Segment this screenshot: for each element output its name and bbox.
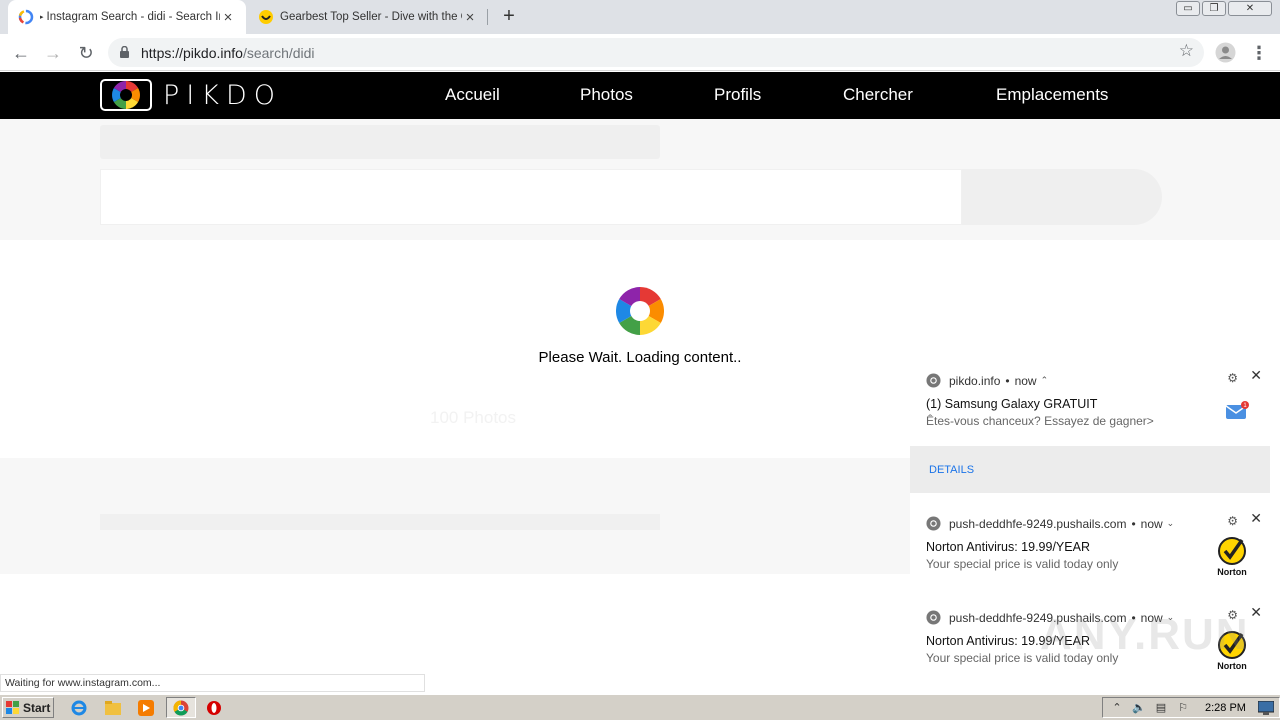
tray-expand-icon[interactable]: ⌃ — [1109, 701, 1125, 715]
bullet: • — [1131, 516, 1136, 531]
norton-label: Norton — [1217, 661, 1247, 671]
profile-info-placeholder — [100, 514, 660, 530]
window-controls: ▭ ❐ ✕ — [1176, 1, 1272, 16]
norton-logo-icon: Norton — [1212, 536, 1252, 577]
bookmark-star-icon[interactable]: ☆ — [1179, 41, 1194, 61]
close-icon[interactable]: ✕ — [1250, 604, 1262, 621]
caret-up-icon[interactable]: ⌃ — [1041, 375, 1049, 386]
file-explorer-icon[interactable] — [102, 697, 124, 718]
chrome-icon — [926, 610, 941, 625]
internet-explorer-icon[interactable] — [68, 697, 90, 718]
profile-avatar-icon[interactable] — [1215, 42, 1236, 63]
start-button[interactable]: Start — [2, 697, 54, 718]
windows-flag-icon — [6, 701, 19, 714]
nav-emplacements[interactable]: Emplacements — [996, 85, 1108, 105]
browser-status-bar: Waiting for www.instagram.com... — [0, 674, 425, 692]
tab-close-icon[interactable]: × — [220, 9, 236, 26]
search-input[interactable] — [100, 169, 962, 225]
nav-accueil[interactable]: Accueil — [445, 85, 500, 105]
start-label: Start — [23, 700, 51, 715]
tab-separator — [487, 9, 488, 25]
address-bar[interactable]: https://pikdo.info/search/didi ☆ — [108, 38, 1204, 67]
system-tray: ⌃ 🔈 ▤ ⚐ 2:28 PM — [1102, 697, 1280, 718]
loading-aperture-icon — [615, 287, 665, 335]
new-tab-button[interactable]: + — [498, 5, 520, 27]
action-center-flag-icon[interactable]: ⚐ — [1175, 701, 1191, 715]
clock[interactable]: 2:28 PM — [1205, 702, 1246, 714]
notification-time: now — [1140, 516, 1163, 531]
chrome-icon — [926, 373, 941, 388]
norton-check-icon — [1218, 537, 1246, 565]
chrome-icon — [926, 516, 941, 531]
pikdo-logo[interactable]: PIKDO — [100, 79, 282, 111]
reload-button[interactable]: ↻ — [74, 41, 98, 65]
audio-indicator-icon: ▸ — [40, 14, 44, 21]
loading-overlay: Please Wait. Loading content.. — [0, 287, 1280, 366]
notification-source: push-deddhfe-9249.pushails.com — [949, 516, 1127, 531]
norton-label: Norton — [1217, 567, 1247, 577]
notification-samsung[interactable]: pikdo.info • now ⌃ ⚙ ✕ (1) Samsung Galax… — [910, 363, 1270, 446]
nav-photos[interactable]: Photos — [580, 85, 633, 105]
tab-strip: ▸ Instagram Search - didi - Search In × … — [0, 0, 1280, 34]
nav-profils[interactable]: Profils — [714, 85, 761, 105]
url-text: https://pikdo.info/search/didi — [141, 45, 315, 61]
close-icon[interactable]: ✕ — [1250, 510, 1262, 527]
notification-source: pikdo.info — [949, 373, 1001, 388]
loading-favicon-icon — [18, 9, 34, 25]
details-button[interactable]: DETAILS — [929, 464, 974, 476]
windows-taskbar: Start ⌃ 🔈 ▤ ⚐ 2:28 PM — [0, 694, 1280, 720]
minimize-button[interactable]: ▭ — [1176, 1, 1200, 16]
hero-title-placeholder — [100, 125, 660, 159]
back-button[interactable]: ← — [9, 41, 33, 65]
chevron-down-icon[interactable]: ⌄ — [1167, 518, 1175, 529]
tab-title: Gearbest Top Seller - Dive with the C — [280, 11, 462, 23]
site-navbar: PIKDO Accueil Photos Profils Chercher Em… — [0, 72, 1280, 119]
chrome-icon — [173, 699, 189, 716]
tab-close-icon[interactable]: × — [462, 9, 478, 26]
mail-badge-icon: 1 — [1226, 401, 1249, 419]
gearbest-favicon-icon — [259, 10, 273, 24]
volume-icon[interactable]: 🔈 — [1131, 701, 1147, 715]
url-host: https://pikdo.info — [141, 45, 243, 61]
details-action[interactable]: DETAILS — [910, 446, 1270, 493]
search-button[interactable] — [962, 169, 1162, 225]
logo-text: PIKDO — [163, 79, 282, 111]
tab-title: Instagram Search - didi - Search In — [46, 11, 220, 23]
nav-chercher[interactable]: Chercher — [843, 85, 913, 105]
chrome-menu-button[interactable]: ⋮ — [1247, 41, 1271, 65]
notification-title: (1) Samsung Galaxy GRATUIT — [926, 397, 1098, 411]
gear-icon[interactable]: ⚙ — [1227, 371, 1238, 385]
notification-header: push-deddhfe-9249.pushails.com • now ⌄ — [926, 516, 1174, 531]
tab-instagram-search[interactable]: ▸ Instagram Search - didi - Search In × — [8, 0, 246, 34]
close-window-button[interactable]: ✕ — [1228, 1, 1272, 16]
opera-icon[interactable] — [203, 697, 225, 718]
media-player-icon[interactable] — [135, 697, 157, 718]
photo-count-label: 100 Photos — [430, 408, 517, 427]
notification-title: Norton Antivirus: 19.99/YEAR — [926, 540, 1090, 554]
url-path: /search/didi — [242, 45, 315, 61]
tab-gearbest[interactable]: Gearbest Top Seller - Dive with the C × — [248, 0, 488, 34]
notification-time: now — [1014, 373, 1037, 388]
show-desktop-icon[interactable] — [1257, 700, 1274, 715]
browser-toolbar: ← → ↻ https://pikdo.info/search/didi ☆ ⋮ — [0, 34, 1280, 71]
search-hero — [0, 119, 1280, 240]
gear-icon[interactable]: ⚙ — [1227, 514, 1238, 528]
notification-header: pikdo.info • now ⌃ — [926, 373, 1048, 388]
aperture-icon — [112, 81, 140, 109]
chrome-taskbar-button[interactable] — [166, 697, 196, 718]
forward-button[interactable]: → — [41, 41, 65, 65]
notification-body: Your special price is valid today only — [926, 557, 1119, 571]
network-icon[interactable]: ▤ — [1153, 701, 1169, 715]
restore-button[interactable]: ❐ — [1202, 1, 1226, 16]
close-icon[interactable]: ✕ — [1250, 367, 1262, 384]
bullet: • — [1005, 373, 1010, 388]
profile-info-strip — [0, 458, 910, 574]
notification-body: Êtes-vous chanceux? Essayez de gagner> — [926, 414, 1154, 428]
logo-camera-frame — [100, 79, 152, 111]
anyrun-watermark: ANY.RUN — [1040, 610, 1250, 659]
lock-icon — [120, 46, 129, 58]
notification-norton-1[interactable]: push-deddhfe-9249.pushails.com • now ⌄ ⚙… — [910, 506, 1270, 578]
